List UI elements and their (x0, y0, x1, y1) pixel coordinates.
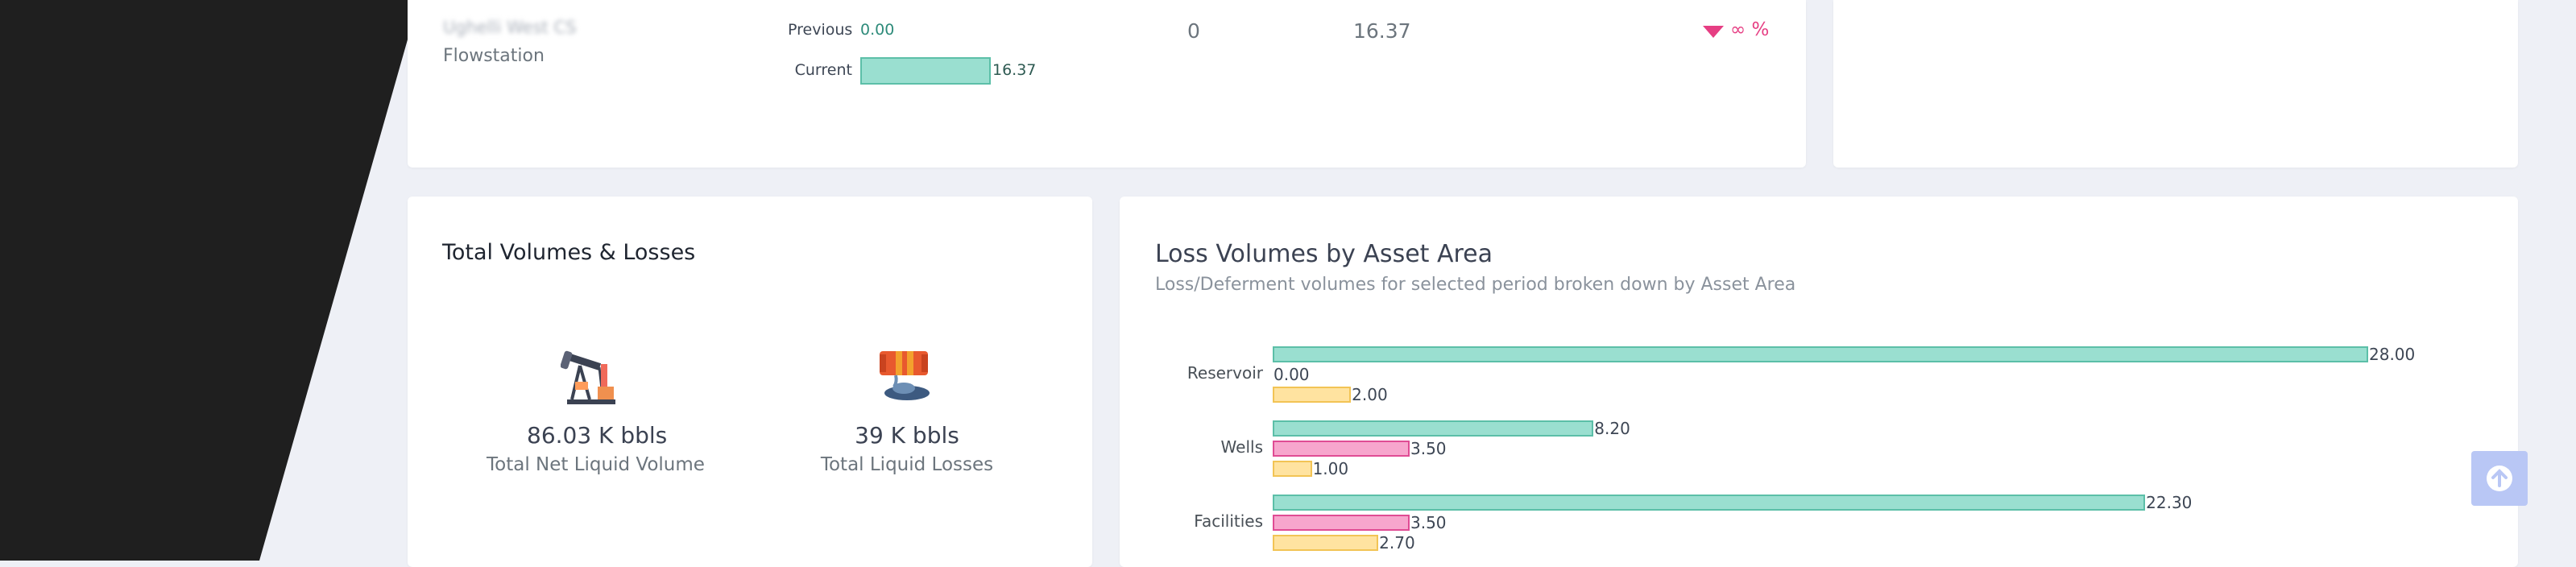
bar-wells-2 (1273, 461, 1312, 477)
current-bar (860, 57, 991, 85)
bar-value-label-wells-1: 3.50 (1410, 439, 1447, 458)
current-total: 16.37 (1353, 19, 1411, 43)
bar-value-label-reservoir-2: 2.00 (1352, 385, 1388, 404)
bar-value-label-wells-0: 8.20 (1594, 419, 1630, 438)
bar-facilities-2 (1273, 535, 1379, 551)
leaking-pipe-icon (880, 351, 930, 400)
down-arrow-icon (1703, 26, 1724, 38)
bar-value-label-facilities-2: 2.70 (1379, 533, 1415, 553)
oil-pump-icon (561, 350, 615, 404)
bar-wells-0 (1273, 420, 1594, 437)
liquid-losses-value: 39 K bbls (855, 422, 959, 449)
bar-value-label-wells-2: 1.00 (1312, 459, 1349, 478)
flowstation-name: Ughelli West CS (443, 18, 577, 37)
current-label: Current (794, 61, 852, 79)
total-volumes-title: Total Volumes & Losses (442, 240, 696, 265)
bar-facilities-0 (1273, 495, 2146, 511)
zero-count: 0 (1187, 19, 1200, 43)
bar-value-label-facilities-1: 3.50 (1410, 513, 1447, 532)
scroll-top-button[interactable] (2471, 451, 2528, 506)
category-label-facilities: Facilities (1194, 511, 1263, 531)
loss-volumes-chart: Reservoir 28.00 0.00 2.00 Wells 8.20 3.50 1.00 F… (1120, 197, 2518, 567)
bar-reservoir-0 (1273, 346, 2368, 362)
previous-label: Previous (788, 21, 853, 39)
flowstation-type: Flowstation (443, 46, 545, 66)
category-label-wells: Wells (1220, 437, 1263, 457)
arrow-up-icon (2487, 466, 2512, 491)
change-percent: ∞ % (1730, 19, 1770, 40)
flowstation-comparison-card: Ughelli West CS Flowstation Previous 0.0… (408, 0, 1806, 168)
bar-value-label-reservoir-0: 28.00 (2369, 345, 2416, 364)
bar-facilities-1 (1273, 515, 1410, 531)
side-summary-card (1833, 0, 2518, 168)
bar-wells-1 (1273, 441, 1410, 457)
previous-value: 0.00 (860, 21, 895, 39)
loss-volumes-card: Loss Volumes by Asset Area Loss/Defermen… (1120, 197, 2518, 567)
liquid-losses-label: Total Liquid Losses (820, 454, 994, 475)
bar-value-label-reservoir-1: 0.00 (1274, 365, 1310, 384)
bar-reservoir-2 (1273, 387, 1352, 403)
dark-side-panel (0, 0, 419, 561)
category-label-reservoir: Reservoir (1187, 363, 1263, 383)
total-volumes-card: Total Volumes & Losses 86.03 K bbls Tota… (408, 197, 1092, 567)
net-liquid-value: 86.03 K bbls (527, 422, 668, 449)
bar-value-label-facilities-0: 22.30 (2146, 493, 2193, 512)
current-value: 16.37 (992, 61, 1037, 79)
net-liquid-label: Total Net Liquid Volume (487, 454, 705, 475)
